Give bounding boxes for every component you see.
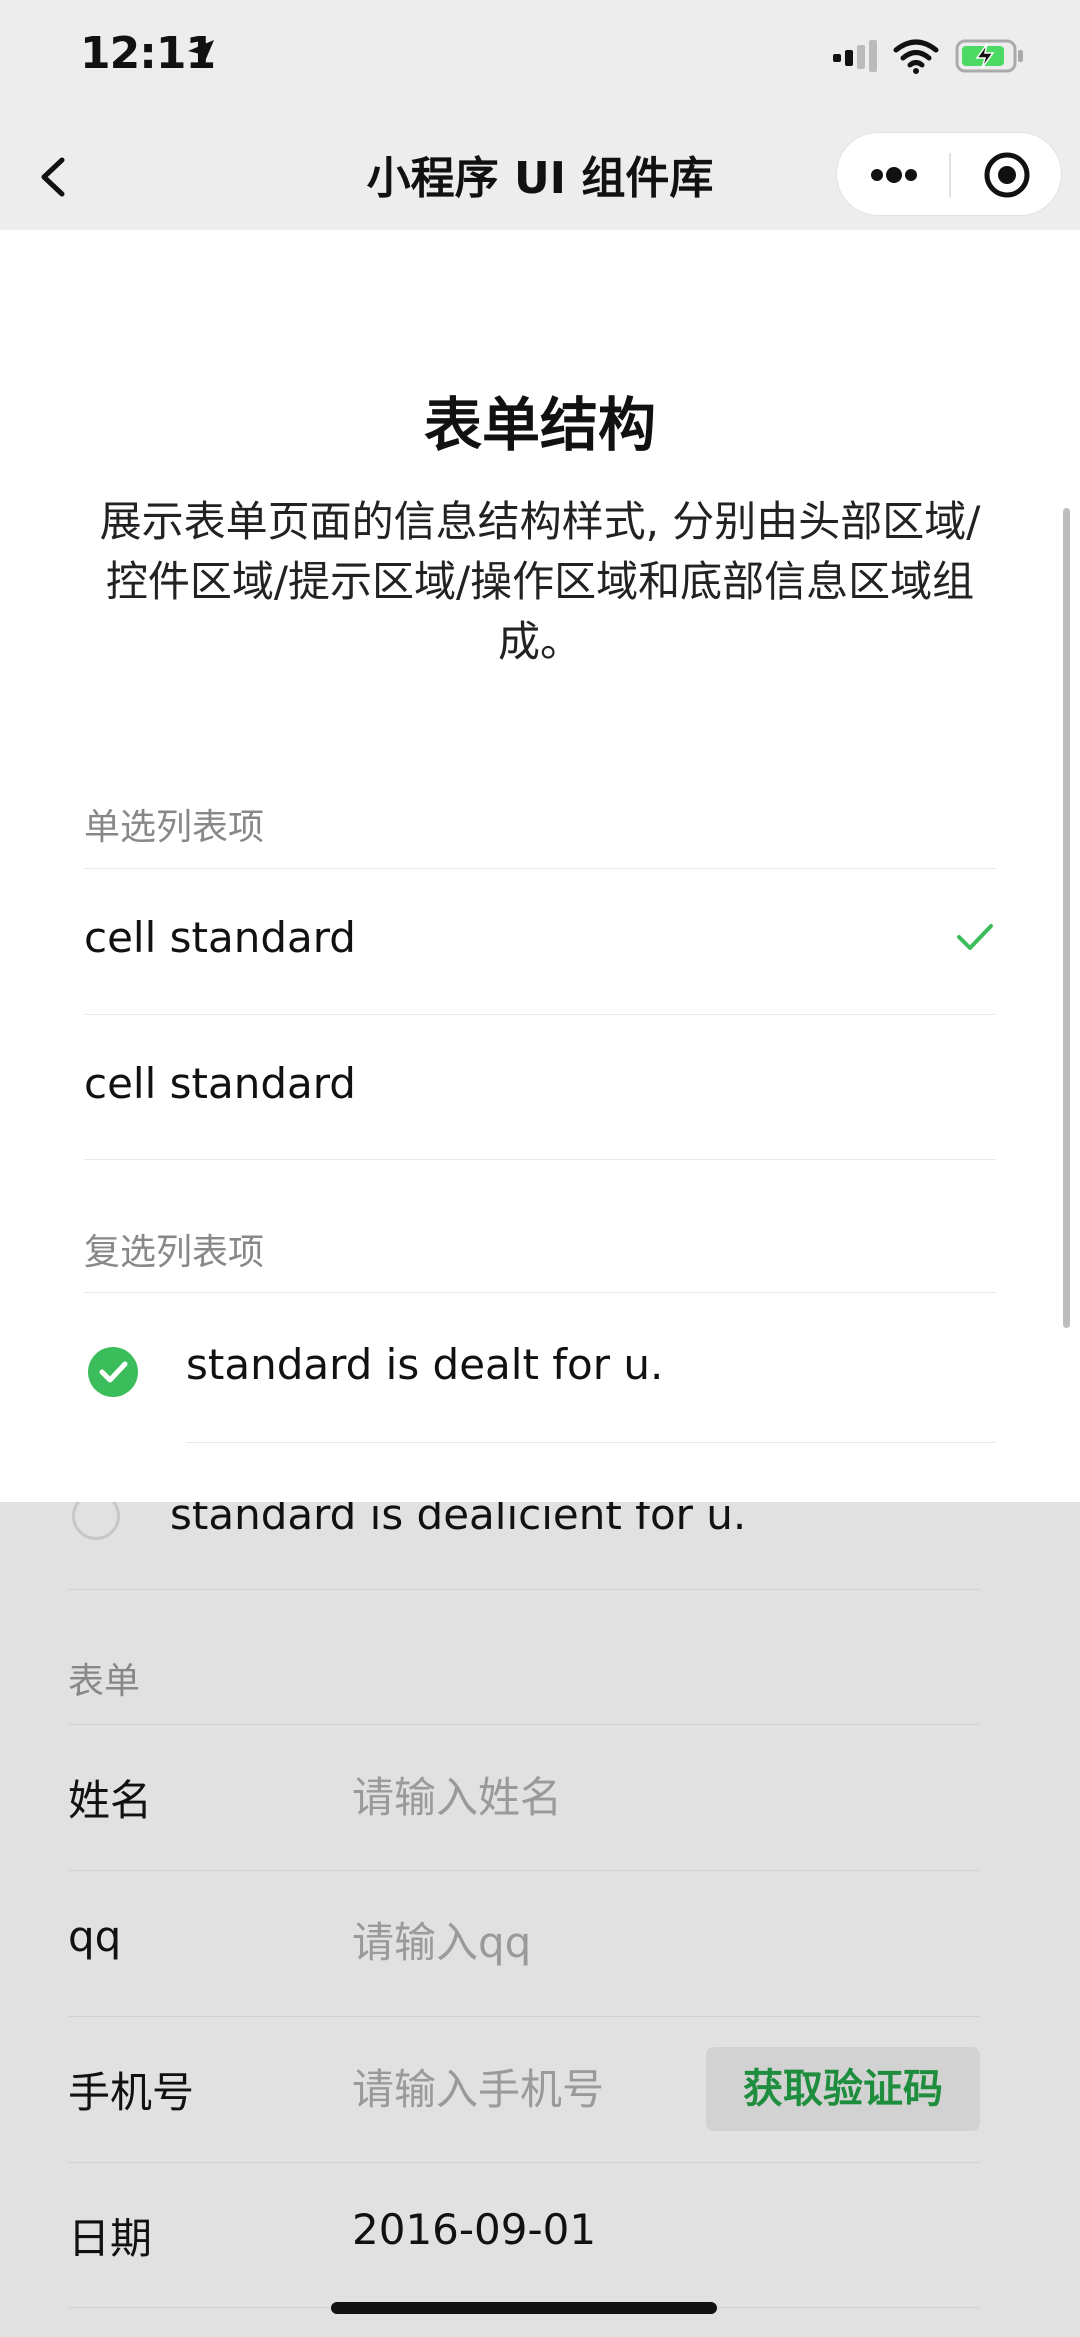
radio-section-label: 单选列表项 <box>84 807 265 848</box>
wifi-icon <box>893 39 939 74</box>
checkbox-checked-icon <box>88 1347 138 1397</box>
home-indicator[interactable] <box>331 2302 717 2314</box>
qq-label: qq <box>68 1912 122 1961</box>
form-section-label: 表单 <box>68 1661 141 1702</box>
more-options-icon[interactable] <box>837 133 949 217</box>
divider <box>68 2162 980 2163</box>
divider <box>68 1724 980 1725</box>
location-arrow-icon <box>188 40 214 66</box>
close-mini-program-icon[interactable] <box>951 133 1063 217</box>
divider <box>84 1014 996 1015</box>
radio-item-label: cell standard <box>84 1059 356 1108</box>
phone-input[interactable] <box>352 2059 682 2119</box>
page-title: 表单结构 <box>423 391 656 459</box>
divider <box>84 1292 996 1293</box>
checkbox-unchecked-icon <box>72 1502 120 1540</box>
mini-program-capsule <box>836 132 1062 216</box>
checkbox-item-label: standard is dealicient for u. <box>170 1502 747 1539</box>
divider <box>68 1589 980 1590</box>
dimmed-form-area: standard is dealicient for u. 表单 姓名 qq 手… <box>0 1502 1080 2337</box>
name-input[interactable] <box>352 1767 682 1827</box>
name-label: 姓名 <box>68 1776 153 1825</box>
radio-item-label: cell standard <box>84 913 356 962</box>
page-description: 展示表单页面的信息结构样式, 分别由头部区域/控件区域/提示区域/操作区域和底部… <box>99 497 981 666</box>
scrollbar[interactable] <box>1063 508 1070 1328</box>
get-verification-code-button[interactable]: 获取验证码 <box>706 2047 980 2131</box>
battery-charging-icon <box>955 39 1023 73</box>
cellular-signal-icon <box>833 40 877 72</box>
divider <box>186 1442 996 1443</box>
date-label: 日期 <box>68 2214 153 2263</box>
divider <box>68 2016 980 2017</box>
divider <box>68 1870 980 1871</box>
checkbox-section-label: 复选列表项 <box>84 1232 265 1273</box>
divider <box>84 1159 996 1160</box>
checkmark-icon <box>957 924 993 950</box>
status-bar: 12:11 <box>0 0 1080 120</box>
checkbox-item-label: standard is dealt for u. <box>186 1340 664 1389</box>
form-page-content: 表单结构 展示表单页面的信息结构样式, 分别由头部区域/控件区域/提示区域/操作… <box>0 230 1080 1502</box>
nav-bar: 小程序 UI 组件库 <box>0 120 1080 230</box>
date-picker[interactable]: 2016-09-01 <box>352 2205 596 2254</box>
qq-input[interactable] <box>352 1912 682 1972</box>
phone-label: 手机号 <box>68 2068 195 2117</box>
divider <box>84 868 996 869</box>
